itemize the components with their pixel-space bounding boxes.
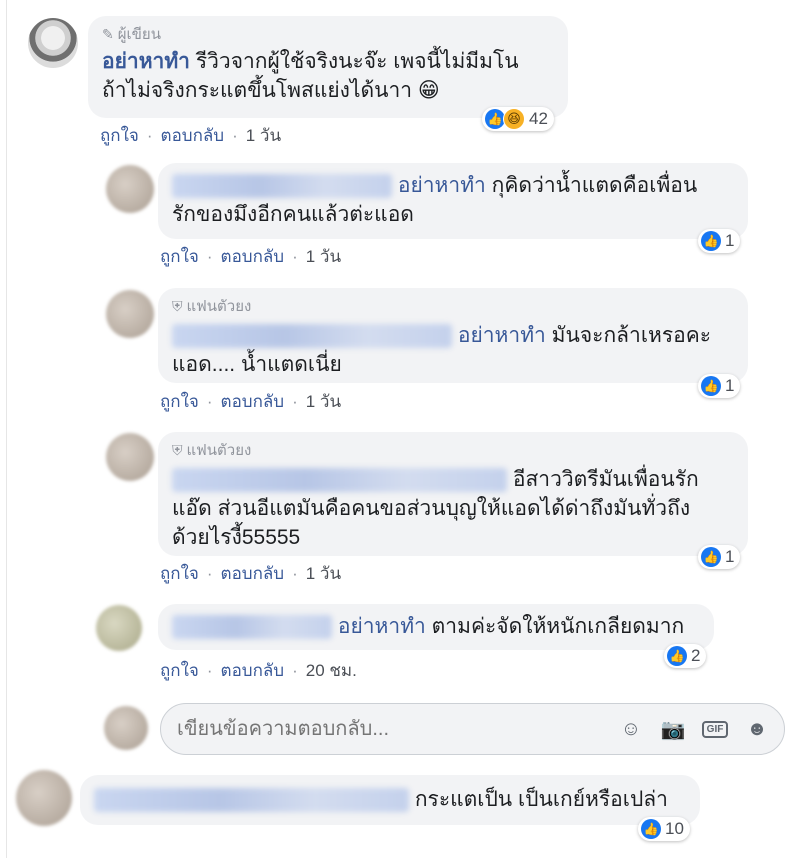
- comment-text: ด้วยไรงี้55555: [172, 526, 301, 549]
- reaction-number: 1: [725, 376, 735, 395]
- reaction-count[interactable]: 👍 2: [664, 644, 707, 668]
- comment-text: ตามค่ะจัดให้หนักเกลียดมาก: [431, 615, 685, 638]
- haha-icon: 😆: [503, 108, 525, 130]
- reply-link[interactable]: ตอบกลับ: [221, 560, 285, 587]
- like-link[interactable]: ถูกใจ: [100, 122, 139, 149]
- redacted-author: [172, 324, 452, 349]
- separator: ·: [292, 563, 298, 583]
- avatar: [104, 706, 148, 750]
- author-badge: ✎ ผู้เขียน: [102, 20, 554, 49]
- camera-icon[interactable]: 📷: [660, 716, 686, 742]
- reply-input[interactable]: [175, 716, 618, 742]
- comment-text: มันจะกล้าเหรอคะ: [551, 324, 712, 347]
- avatar[interactable]: [106, 165, 154, 213]
- redacted-author: [172, 174, 392, 199]
- comment-text: ถ้าไม่จริงกระแตขึ้นโพสแย่งได้นาา 😁: [102, 79, 440, 102]
- avatar[interactable]: [16, 770, 72, 826]
- reply-link[interactable]: ตอบกลับ: [161, 122, 225, 149]
- comment-text: อีสาววิตรีมันเพื่อนรัก: [512, 468, 699, 491]
- separator: ·: [146, 125, 153, 145]
- reaction-count[interactable]: 👍 1: [698, 229, 741, 253]
- comment-bubble: กระแตเป็น เป็นเกย์หรือเปล่า: [80, 775, 700, 825]
- comment-bubble: ⛨ แฟนตัวยง อีสาววิตรีมันเพื่อนรัก แอ๊ด ส…: [158, 432, 748, 556]
- reaction-count[interactable]: 👍 😆 42: [482, 107, 554, 131]
- like-link[interactable]: ถูกใจ: [160, 388, 199, 415]
- like-link[interactable]: ถูกใจ: [160, 657, 199, 684]
- reply-link[interactable]: ตอบกลับ: [221, 657, 285, 684]
- fan-badge: ⛨ แฟนตัวยง: [172, 292, 734, 321]
- gif-label: GIF: [701, 720, 729, 738]
- comment-text: แอด.... น้ำแตดเนี่ย: [172, 353, 342, 376]
- redacted-author: [172, 468, 507, 493]
- comment-bubble: อย่าหาทำ ตามค่ะจัดให้หนักเกลียดมาก: [158, 604, 714, 650]
- timestamp[interactable]: 20 ชม.: [306, 657, 357, 684]
- mention-link[interactable]: อย่าหาทำ: [458, 324, 546, 347]
- fan-badge-icon: ⛨: [172, 298, 183, 314]
- reaction-number: 42: [529, 109, 548, 128]
- emoji-icon[interactable]: ☺: [618, 716, 644, 742]
- comment-text: แอ๊ด ส่วนอีแตมันคือคนขอส่วนบุญให้แอดได้ด…: [172, 497, 691, 520]
- reaction-count[interactable]: 👍 1: [698, 374, 741, 398]
- like-icon: 👍: [701, 547, 721, 567]
- timestamp[interactable]: 1 วัน: [306, 560, 341, 587]
- fan-badge-icon: ⛨: [172, 442, 183, 458]
- comment-author[interactable]: อย่าหาทำ: [102, 50, 190, 73]
- pencil-icon: ✎: [102, 26, 114, 42]
- separator: ·: [292, 391, 298, 411]
- like-icon: 👍: [667, 646, 687, 666]
- mention-link[interactable]: อย่าหาทำ: [398, 174, 486, 197]
- like-icon: 👍: [701, 231, 721, 251]
- sticker-icon[interactable]: ☻: [744, 716, 770, 742]
- comment-bubble: ⛨ แฟนตัวยง อย่าหาทำ มันจะกล้าเหรอคะ แอด.…: [158, 288, 748, 383]
- reaction-count[interactable]: 👍 10: [638, 817, 690, 841]
- separator: ·: [206, 660, 213, 680]
- separator: ·: [292, 660, 298, 680]
- comment-bubble: ✎ ผู้เขียน อย่าหาทำ รีวิวจากผู้ใช้จริงนะ…: [88, 16, 568, 118]
- comment-text: รีวิวจากผู้ใช้จริงนะจ๊ะ เพจนี้ไม่มีมโน: [195, 50, 519, 73]
- reaction-number: 2: [691, 646, 701, 665]
- mention-link[interactable]: อย่าหาทำ: [338, 615, 426, 638]
- reply-link[interactable]: ตอบกลับ: [221, 243, 285, 270]
- badge-label: ผู้เขียน: [117, 26, 161, 43]
- comment-actions: ถูกใจ · ตอบกลับ · 20 ชม.: [160, 657, 357, 684]
- comment-text: กระแตเป็น เป็นเกย์หรือเปล่า: [414, 788, 668, 811]
- like-icon: 👍: [701, 376, 721, 396]
- separator: ·: [206, 246, 213, 266]
- reaction-count[interactable]: 👍 1: [698, 545, 741, 569]
- gif-icon[interactable]: GIF: [701, 716, 729, 742]
- fan-badge: ⛨ แฟนตัวยง: [172, 436, 734, 465]
- timestamp[interactable]: 1 วัน: [246, 122, 281, 149]
- reply-box[interactable]: ☺ 📷 GIF ☻: [160, 703, 785, 755]
- separator: ·: [232, 125, 238, 145]
- avatar[interactable]: [28, 18, 78, 68]
- like-link[interactable]: ถูกใจ: [160, 560, 199, 587]
- reply-link[interactable]: ตอบกลับ: [221, 388, 285, 415]
- timestamp[interactable]: 1 วัน: [306, 388, 341, 415]
- comment-actions: ถูกใจ · ตอบกลับ · 1 วัน: [100, 122, 281, 149]
- like-icon: 👍: [641, 819, 661, 839]
- avatar[interactable]: [106, 433, 154, 481]
- redacted-author: [94, 788, 409, 813]
- like-link[interactable]: ถูกใจ: [160, 243, 199, 270]
- comment-bubble: อย่าหาทำ กุคิดว่าน้ำแตดคือเพื่อน รักของม…: [158, 163, 748, 239]
- reaction-number: 1: [725, 231, 735, 250]
- avatar[interactable]: [96, 605, 142, 651]
- avatar[interactable]: [106, 290, 154, 338]
- badge-label: แฟนตัวยง: [186, 298, 252, 315]
- separator: ·: [292, 246, 298, 266]
- comment-actions: ถูกใจ · ตอบกลับ · 1 วัน: [160, 388, 341, 415]
- comment-text: กุคิดว่าน้ำแตดคือเพื่อน: [491, 174, 698, 197]
- comment-actions: ถูกใจ · ตอบกลับ · 1 วัน: [160, 243, 341, 270]
- thread-line: [6, 0, 7, 858]
- separator: ·: [206, 391, 213, 411]
- redacted-author: [172, 615, 332, 640]
- like-icon: 👍: [485, 109, 505, 129]
- comment-text: รักของมึงอีกคนแล้วต่ะแอด: [172, 203, 414, 226]
- reaction-number: 10: [665, 819, 684, 838]
- separator: ·: [206, 563, 213, 583]
- reaction-number: 1: [725, 547, 735, 566]
- comment-actions: ถูกใจ · ตอบกลับ · 1 วัน: [160, 560, 341, 587]
- timestamp[interactable]: 1 วัน: [306, 243, 341, 270]
- badge-label: แฟนตัวยง: [186, 442, 252, 459]
